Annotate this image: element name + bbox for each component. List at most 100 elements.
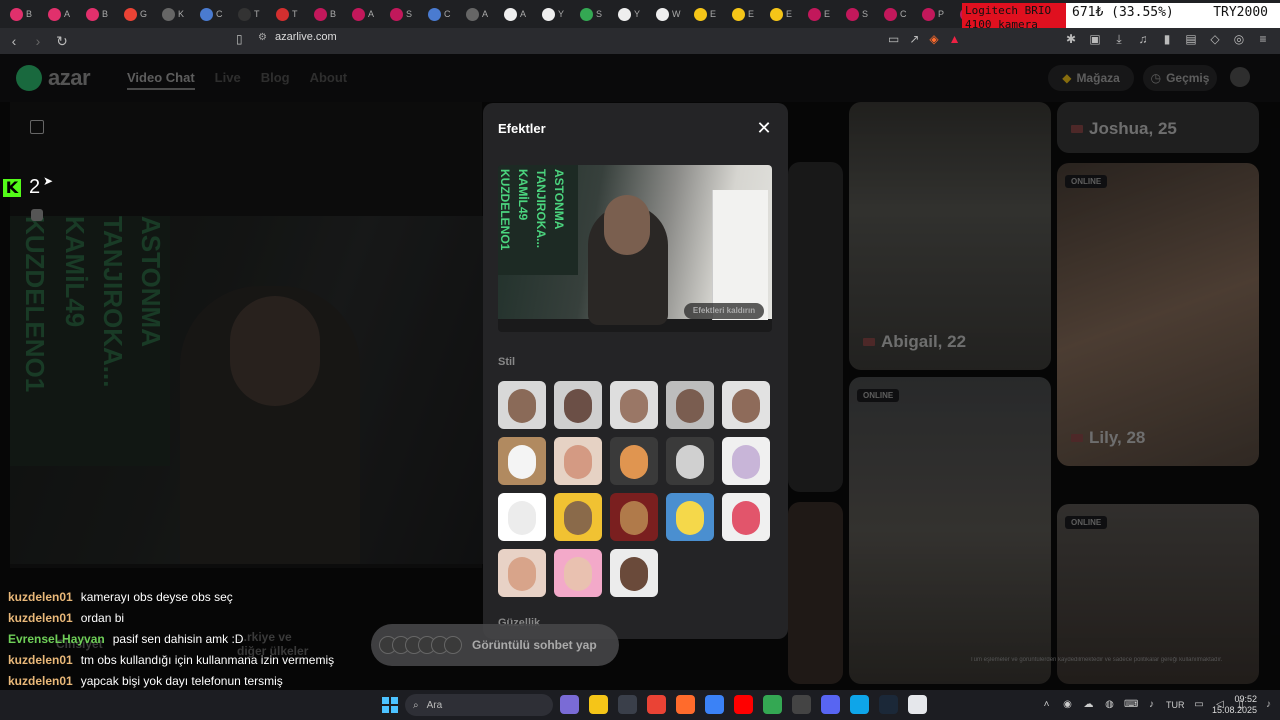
browser-tab[interactable]: B bbox=[308, 3, 344, 25]
notification-icon[interactable]: ♪ bbox=[1266, 699, 1276, 710]
browser-tab[interactable]: T bbox=[232, 3, 268, 25]
browser-tab[interactable]: E bbox=[802, 3, 838, 25]
brave-shield-icon[interactable]: ◈ bbox=[929, 32, 938, 46]
browser-tab[interactable]: E bbox=[764, 3, 800, 25]
sticker-icon[interactable] bbox=[31, 209, 43, 221]
brave-rewards-icon[interactable]: ▲ bbox=[949, 32, 961, 46]
effect-thumbnail-cartoon[interactable] bbox=[722, 437, 770, 485]
browser-tab[interactable]: T bbox=[270, 3, 306, 25]
effect-face-icon bbox=[564, 557, 592, 591]
expand-icon[interactable] bbox=[30, 120, 44, 134]
browser-tab[interactable]: E bbox=[688, 3, 724, 25]
effect-thumbnail-face-5[interactable] bbox=[722, 381, 770, 429]
effect-thumbnail-cat-mask[interactable] bbox=[498, 437, 546, 485]
taskbar-search[interactable]: ⌕ Ara bbox=[405, 694, 553, 716]
forward-icon[interactable]: › bbox=[28, 31, 48, 51]
browser-tab[interactable]: S bbox=[574, 3, 610, 25]
taskbar-app-icon[interactable] bbox=[763, 695, 782, 714]
effect-thumbnail-glasses[interactable] bbox=[554, 437, 602, 485]
effect-thumbnail-feet[interactable] bbox=[554, 493, 602, 541]
effect-thumbnail-face-1[interactable] bbox=[498, 381, 546, 429]
effect-thumbnail-party[interactable] bbox=[666, 493, 714, 541]
taskbar-app-icon[interactable] bbox=[705, 695, 724, 714]
browser-tab[interactable]: B bbox=[4, 3, 40, 25]
browser-tab[interactable]: S bbox=[840, 3, 876, 25]
download-icon[interactable]: ⤓ bbox=[1112, 32, 1126, 46]
back-icon[interactable]: ‹ bbox=[4, 31, 24, 51]
extensions-icon[interactable]: ✱ bbox=[1064, 32, 1078, 46]
browser-tab[interactable]: K bbox=[156, 3, 192, 25]
browser-tab[interactable]: C bbox=[194, 3, 230, 25]
remove-effects-button[interactable]: Efektleri kaldırın bbox=[684, 303, 764, 319]
taskbar-app-icon[interactable] bbox=[647, 695, 666, 714]
effect-thumbnail-sunglasses[interactable] bbox=[610, 549, 658, 597]
chat-username[interactable]: kuzdelen01 bbox=[8, 671, 73, 692]
effect-thumbnail-smile[interactable] bbox=[498, 549, 546, 597]
effect-thumbnail-leopard[interactable] bbox=[610, 493, 658, 541]
browser-tab[interactable]: B bbox=[80, 3, 116, 25]
browser-tab[interactable]: Y bbox=[612, 3, 648, 25]
taskbar-app-icon[interactable] bbox=[676, 695, 695, 714]
taskbar-clock[interactable]: 09:52 15.08.2025 bbox=[1209, 694, 1257, 716]
windows-start-icon[interactable] bbox=[382, 697, 398, 713]
taskbar-app-icon[interactable] bbox=[734, 695, 753, 714]
tray-app-icon[interactable]: ◉ bbox=[1061, 698, 1074, 711]
chat-username[interactable]: kuzdelen01 bbox=[8, 608, 73, 629]
wallet-icon[interactable]: ▤ bbox=[1184, 32, 1198, 46]
menu-icon[interactable]: ≡ bbox=[1256, 32, 1270, 46]
screen-cast-icon[interactable]: ▭ bbox=[888, 32, 899, 46]
taskbar-app-icon[interactable] bbox=[792, 695, 811, 714]
chat-username[interactable]: EvrenseLHayvan bbox=[8, 629, 105, 650]
address-bar[interactable]: ⚙ azarlive.com bbox=[258, 31, 337, 43]
taskbar-app-icon[interactable] bbox=[908, 695, 927, 714]
effect-thumbnail-bunny[interactable] bbox=[554, 549, 602, 597]
browser-tab[interactable]: Y bbox=[536, 3, 572, 25]
onedrive-icon[interactable]: ☁ bbox=[1082, 698, 1095, 711]
reload-icon[interactable]: ↻ bbox=[52, 31, 72, 51]
effect-thumbnail-face-2[interactable] bbox=[554, 381, 602, 429]
steam-tray-icon[interactable]: ◍ bbox=[1103, 698, 1116, 711]
effect-thumbnail-comic[interactable] bbox=[498, 493, 546, 541]
taskbar-app-icon[interactable] bbox=[879, 695, 898, 714]
effect-thumbnail-hamster[interactable] bbox=[610, 437, 658, 485]
close-icon[interactable]: ✕ bbox=[755, 119, 773, 137]
chat-username[interactable]: kuzdelen01 bbox=[8, 587, 73, 608]
media-icon[interactable]: ▣ bbox=[1088, 32, 1102, 46]
browser-tab[interactable]: A bbox=[42, 3, 78, 25]
browser-tab[interactable]: W bbox=[650, 3, 686, 25]
browser-tab[interactable]: E bbox=[726, 3, 762, 25]
tab-title: Y bbox=[634, 9, 641, 19]
effect-thumbnail-heart[interactable] bbox=[722, 493, 770, 541]
browser-tab[interactable]: A bbox=[346, 3, 382, 25]
vpn-icon[interactable]: ◎ bbox=[1232, 32, 1246, 46]
browser-tab[interactable]: C bbox=[878, 3, 914, 25]
site-info-icon[interactable]: ⚙ bbox=[258, 32, 267, 43]
browser-tab[interactable]: A bbox=[498, 3, 534, 25]
taskbar-app-icon[interactable] bbox=[850, 695, 869, 714]
browser-tab[interactable]: A bbox=[460, 3, 496, 25]
bookmark-icon[interactable]: ▯ bbox=[236, 32, 243, 46]
ime-icon[interactable]: ⌨ bbox=[1124, 698, 1138, 711]
taskbar-app-icon[interactable] bbox=[589, 695, 608, 714]
preview-head bbox=[604, 195, 650, 255]
taskbar-app-icon[interactable] bbox=[618, 695, 637, 714]
chevron-up-icon[interactable]: ˄ bbox=[1040, 698, 1053, 711]
shield-icon[interactable]: ◇ bbox=[1208, 32, 1222, 46]
effect-thumbnail-face-3[interactable] bbox=[610, 381, 658, 429]
effect-thumbnail-zebra[interactable] bbox=[666, 437, 714, 485]
browser-tab[interactable]: G bbox=[118, 3, 154, 25]
preview-fridge bbox=[712, 190, 768, 320]
share-icon[interactable]: ↗ bbox=[909, 32, 919, 46]
taskbar-app-icon[interactable] bbox=[560, 695, 579, 714]
music-icon[interactable]: ♫ bbox=[1136, 32, 1150, 46]
effect-thumbnail-face-4[interactable] bbox=[666, 381, 714, 429]
mic-icon[interactable]: ♪ bbox=[1145, 698, 1158, 711]
network-icon[interactable]: ▭ bbox=[1193, 698, 1206, 711]
browser-tab[interactable]: S bbox=[384, 3, 420, 25]
chat-username[interactable]: kuzdelen01 bbox=[8, 650, 73, 671]
browser-tab[interactable]: C bbox=[422, 3, 458, 25]
sidebar-icon[interactable]: ▮ bbox=[1160, 32, 1174, 46]
language-indicator[interactable]: TUR bbox=[1166, 700, 1185, 710]
taskbar-app-icon[interactable] bbox=[821, 695, 840, 714]
browser-tab[interactable]: P bbox=[916, 3, 952, 25]
